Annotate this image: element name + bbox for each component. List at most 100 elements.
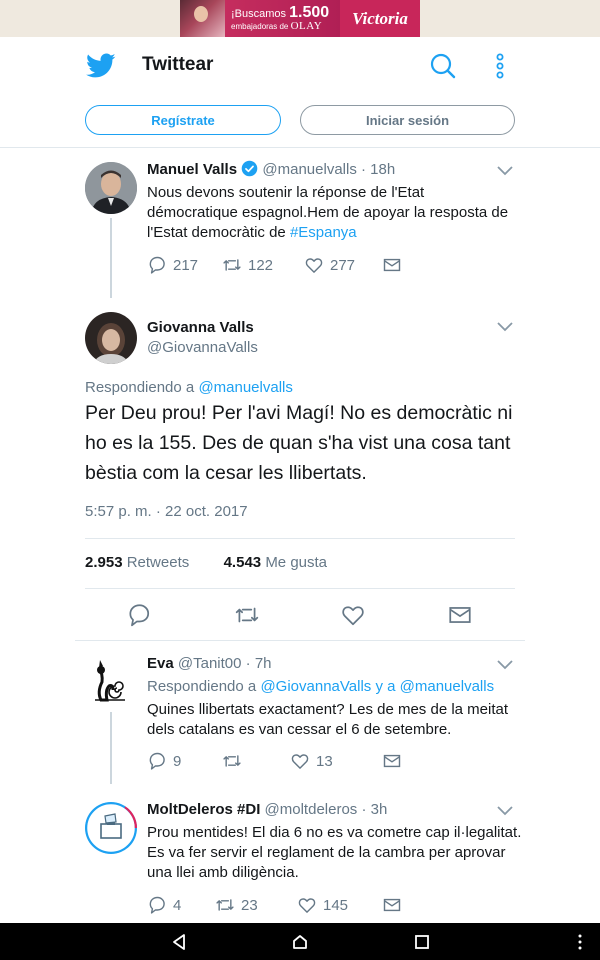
ad-photo [180,0,225,37]
retweet-icon [223,755,241,767]
reply-to-link[interactable]: @manuelvalls [198,379,292,396]
engagement-stats: 2.953 Retweets 4.543 Me gusta [85,553,327,573]
menu-dots-icon[interactable] [576,933,584,951]
reply-button[interactable]: 217 [147,255,222,275]
reply-context: Respondiendo a @manuelvalls [85,379,293,396]
like-count: 277 [330,256,356,274]
retweet-icon [216,899,234,911]
retweet-icon[interactable] [232,602,262,628]
ad-brand-logo: Victoria [340,0,420,37]
reply-button[interactable]: 4 [147,895,215,915]
reply-to-link[interactable]: @GiovannaValls [260,678,371,695]
avatar-ballot-box [85,802,137,854]
ad-banner[interactable]: ¡Buscamos 1.500 embajadoras de OLAY Vict… [180,0,420,37]
search-icon[interactable] [428,51,458,81]
reply-count: 9 [173,752,182,770]
dm-button[interactable] [382,895,408,915]
login-button[interactable]: Iniciar sesión [300,105,515,135]
envelope-icon [383,898,401,912]
chevron-down-icon[interactable] [497,660,513,670]
ad-number: 1.500 [289,3,330,21]
tweet-text: Prou mentides! El dia 6 no es va cometre… [147,824,522,881]
back-triangle-icon[interactable] [170,933,188,951]
ad-line1-prefix: ¡Buscamos [231,7,287,20]
signup-button[interactable]: Regístrate [85,105,281,135]
reply-button[interactable]: 9 [147,751,222,771]
retweet-button[interactable] [222,751,290,771]
like-button[interactable]: 277 [304,255,382,275]
reply-icon[interactable] [125,602,153,628]
focused-tweet-text: Per Deu prou! Per l'avi Magí! No es demo… [85,402,513,484]
avatar[interactable] [85,802,137,854]
like-count: 145 [323,896,349,914]
tweet-time[interactable]: 18h [370,161,395,178]
avatar[interactable] [85,656,137,708]
tweet-author-name[interactable]: Manuel Valls [147,161,237,178]
tweet-author-handle[interactable]: @manuelvalls [262,161,356,178]
tweet-author-handle[interactable]: @GiovannaValls [147,339,258,356]
reply-icon [149,256,165,274]
page-title: Twittear [142,54,214,75]
heart-icon [305,258,323,273]
divider [85,538,515,539]
ad-banner-area: ¡Buscamos 1.500 embajadoras de OLAY Vict… [0,0,600,37]
heart-icon [291,754,309,769]
tweet-author-handle[interactable]: @Tanit00 [178,655,242,672]
tweet-author-handle[interactable]: @moltdeleros [265,801,358,818]
twitter-bird-icon[interactable] [86,53,116,79]
likes-stat[interactable]: 4.543 Me gusta [224,554,327,571]
tweet-time[interactable]: 7h [255,655,272,672]
reply-to-link[interactable]: @manuelvalls [400,678,494,695]
reply-context: Respondiendo a @GiovannaValls y a @manue… [147,678,495,695]
retweet-count: 23 [241,896,258,914]
tweet-actions: 217 122 277 [147,255,408,275]
avatar[interactable] [85,162,137,214]
like-button[interactable]: 145 [297,895,382,915]
tweet-time[interactable]: 3h [371,801,388,818]
heart-icon[interactable] [339,602,367,628]
retweet-button[interactable]: 23 [215,895,297,915]
retweet-button[interactable]: 122 [222,255,304,275]
divider [75,640,525,641]
divider [85,588,515,589]
reply-icon [149,896,165,914]
avatar-photo [85,312,137,364]
chevron-down-icon[interactable] [497,322,513,332]
tweet-author-name[interactable]: Eva [147,655,174,672]
ad-olay-logo: OLAY [290,19,323,32]
like-count: 13 [316,752,333,770]
chevron-down-icon[interactable] [497,166,513,176]
chevron-down-icon[interactable] [497,806,513,816]
retweet-icon [223,259,241,271]
app-header: Twittear Regístrate Iniciar sesión [0,37,600,148]
tweet-timestamp[interactable]: 5:57 p. m. · 22 oct. 2017 [85,503,248,520]
tweet-actions: 9 13 [147,751,408,771]
tweet-author-name[interactable]: Giovanna Valls [147,319,254,336]
verified-badge-icon [241,160,258,177]
thread-line [110,218,112,298]
retweets-stat[interactable]: 2.953 Retweets [85,554,189,571]
system-nav-bar [0,923,600,960]
tweet-text: Nous devons soutenir la réponse de l'Eta… [147,184,509,241]
avatar[interactable] [85,312,137,364]
dm-button[interactable] [382,255,408,275]
dm-button[interactable] [382,751,408,771]
recents-square-icon[interactable] [414,934,430,950]
ad-line2-prefix: embajadoras de [231,21,289,31]
envelope-icon [383,754,401,768]
envelope-icon[interactable] [446,602,474,628]
avatar-cat-drawing [85,656,137,708]
retweet-count: 122 [248,256,274,274]
heart-icon [298,898,316,913]
ad-text: ¡Buscamos 1.500 embajadoras de OLAY [225,0,340,37]
tweet-author-name[interactable]: MoltDeleros #DI [147,801,260,818]
avatar-photo [85,162,137,214]
home-circle-icon[interactable] [291,933,309,951]
tweet-text: Quines llibertats exactament? Les de mes… [147,701,509,738]
tweet-actions: 4 23 145 [147,895,408,915]
hashtag-link[interactable]: #Espanya [290,224,357,241]
more-vertical-icon[interactable] [490,51,510,81]
reply-count: 4 [173,896,182,914]
like-button[interactable]: 13 [290,751,382,771]
thread-line [110,712,112,784]
